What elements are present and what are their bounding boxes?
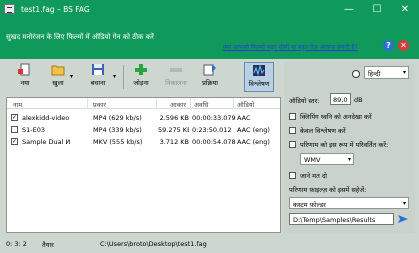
remove-label: निकालना [165, 79, 187, 87]
table-row[interactable]: ✓ alexkidd-video MP4 (629 kb/s) 2.596 KB… [7, 113, 280, 123]
save-dropdown-icon[interactable]: ▾ [113, 73, 116, 80]
title-bar: test1.fag – BS FAG — ☐ ✕ [0, 0, 419, 18]
level-input[interactable]: 89,0 [330, 93, 351, 105]
column-header-size[interactable]: आकार [170, 100, 186, 109]
cell-duration: 00:00:54.078 [192, 138, 236, 146]
cell-type: MP4 (339 kb/s) [93, 126, 142, 134]
new-file-icon [18, 63, 30, 76]
output-path-input[interactable]: D:\Temp\Samples\Results [289, 213, 394, 225]
table-row[interactable]: ✓ Sample Dual И MKV (555 kb/s) 3.712 KB … [7, 137, 280, 147]
list-header: नाम प्रकार आकार अवधि ऑडियो [7, 98, 280, 109]
language-value: हिन्दी [368, 70, 381, 78]
cell-name: S1-E03 [22, 126, 45, 134]
analyze-button[interactable]: विश्लेषण [244, 62, 274, 92]
analyze-label: विश्लेषण [248, 80, 270, 88]
banner-message: सुखद मनोरंजन के लिए फिल्मों में ऑडियो गे… [6, 33, 154, 41]
cell-name: alexkidd-video [22, 114, 70, 122]
ignore-clipping-label: क्लिपिंग ध्वनि को अनदेखा करें [300, 113, 372, 121]
save-label: बचाना [90, 79, 106, 87]
column-header-audio[interactable]: ऑडियो [237, 100, 254, 109]
column-divider [87, 98, 88, 109]
window-title: test1.fag – BS FAG [21, 4, 90, 14]
open-button[interactable]: खुला [46, 63, 70, 91]
level-label: ऑडियो स्तर: [289, 97, 320, 105]
analysis-only-checkbox[interactable] [289, 127, 296, 134]
save-button[interactable]: बचाना [85, 63, 111, 91]
toolbar-divider [123, 65, 124, 89]
status-file-path: C:\Users\broto\Desktop\test1.fag [100, 240, 207, 248]
cell-size: 59.275 KB [158, 126, 189, 134]
chevron-down-icon: ▾ [402, 69, 406, 76]
file-list[interactable]: नाम प्रकार आकार अवधि ऑडियो ✓ alexkidd-vi… [6, 97, 281, 233]
row-checkbox[interactable]: ✓ [11, 138, 18, 145]
status-state: तैयार [42, 241, 54, 249]
column-divider [233, 98, 234, 109]
cell-duration: 00:00:33.079 [192, 114, 236, 122]
cell-audio: AAC [237, 114, 251, 122]
add-button[interactable]: जोड़ना [127, 63, 155, 91]
plus-icon [135, 64, 147, 75]
app-icon [4, 4, 15, 14]
folder-mode-value: कस्टम फ़ोल्डर [293, 201, 326, 209]
globe-icon [352, 70, 360, 78]
add-label: जोड़ना [133, 79, 149, 87]
level-unit: dB [354, 96, 363, 104]
analyze-icon [253, 64, 265, 76]
process-label: प्रक्रिया [202, 79, 218, 87]
language-select[interactable]: हिन्दी ▾ [364, 66, 409, 79]
row-checkbox[interactable] [11, 126, 18, 133]
column-header-type[interactable]: प्रकार [93, 100, 106, 109]
process-icon [203, 64, 216, 76]
remove-button[interactable]: निकालना [159, 63, 193, 91]
table-row[interactable]: S1-E03 MP4 (339 kb/s) 59.275 KB 0:23:50.… [7, 125, 280, 135]
maximize-button[interactable]: ☐ [363, 0, 391, 18]
row-checkbox[interactable]: ✓ [11, 114, 18, 121]
open-dropdown-icon[interactable]: ▾ [70, 73, 73, 80]
cell-audio: AAC (eng) [237, 126, 270, 134]
shutdown-label: जाने मत दो [300, 172, 327, 180]
cell-type: MP4 (629 kb/s) [93, 114, 142, 122]
format-select[interactable]: WMV ▾ [300, 153, 354, 165]
open-label: खुला [52, 79, 64, 87]
column-header-duration[interactable]: अवधि [194, 100, 208, 109]
cell-type: MKV (555 kb/s) [93, 138, 143, 146]
ignore-clipping-checkbox[interactable] [289, 113, 296, 120]
new-button[interactable]: नया [14, 63, 36, 91]
new-label: नया [20, 79, 30, 87]
convert-result-label: परिणाम को इस रूप में परिवर्तित करें: [300, 141, 389, 149]
status-counts: 0: 3: 2 [6, 240, 27, 248]
folder-icon [51, 65, 65, 76]
save-results-label: परिणाम फ़ाइल्ज़ को इसमें सहेजें: [289, 186, 367, 194]
close-banner-icon[interactable]: ✕ [398, 40, 409, 51]
column-divider [190, 98, 191, 109]
chevron-down-icon: ▾ [347, 156, 351, 163]
convert-result-checkbox[interactable] [289, 141, 296, 148]
help-icon[interactable]: ? [383, 40, 394, 51]
cell-name: Sample Dual И [22, 138, 71, 146]
format-value: WMV [304, 156, 321, 164]
save-icon [92, 64, 104, 75]
cell-size: 2.596 KB [159, 114, 189, 122]
cell-audio: AAC (eng) [237, 138, 270, 146]
process-button[interactable]: प्रक्रिया [196, 63, 224, 91]
minus-icon [170, 68, 182, 72]
chevron-down-icon: ▾ [402, 200, 406, 207]
hint-link[interactable]: क्या आपको फिल्मों बहुत धीमी या बहुत तेज़… [223, 43, 358, 51]
shutdown-checkbox[interactable] [289, 172, 296, 179]
column-divider [156, 98, 157, 109]
info-banner: सुखद मनोरंजन के लिए फिल्मों में ऑडियो गे… [0, 18, 419, 59]
folder-mode-select[interactable]: कस्टम फ़ोल्डर ▾ [289, 197, 409, 209]
options-panel: हिन्दी ▾ ऑडियो स्तर: 89,0 dB क्लिपिंग ध्… [284, 62, 415, 233]
status-bar: 0: 3: 2 तैयार C:\Users\broto\Desktop\tes… [0, 236, 419, 253]
analysis-only-label: केवल विश्लेषण करें [300, 127, 346, 135]
column-header-name[interactable]: नाम [13, 100, 22, 109]
cell-duration: 0:23:50.012 [192, 126, 232, 134]
go-arrow-icon[interactable] [397, 213, 409, 225]
cell-size: 3.712 KB [159, 138, 189, 146]
minimize-button[interactable]: — [335, 0, 363, 18]
close-button[interactable]: ✕ [391, 0, 419, 18]
